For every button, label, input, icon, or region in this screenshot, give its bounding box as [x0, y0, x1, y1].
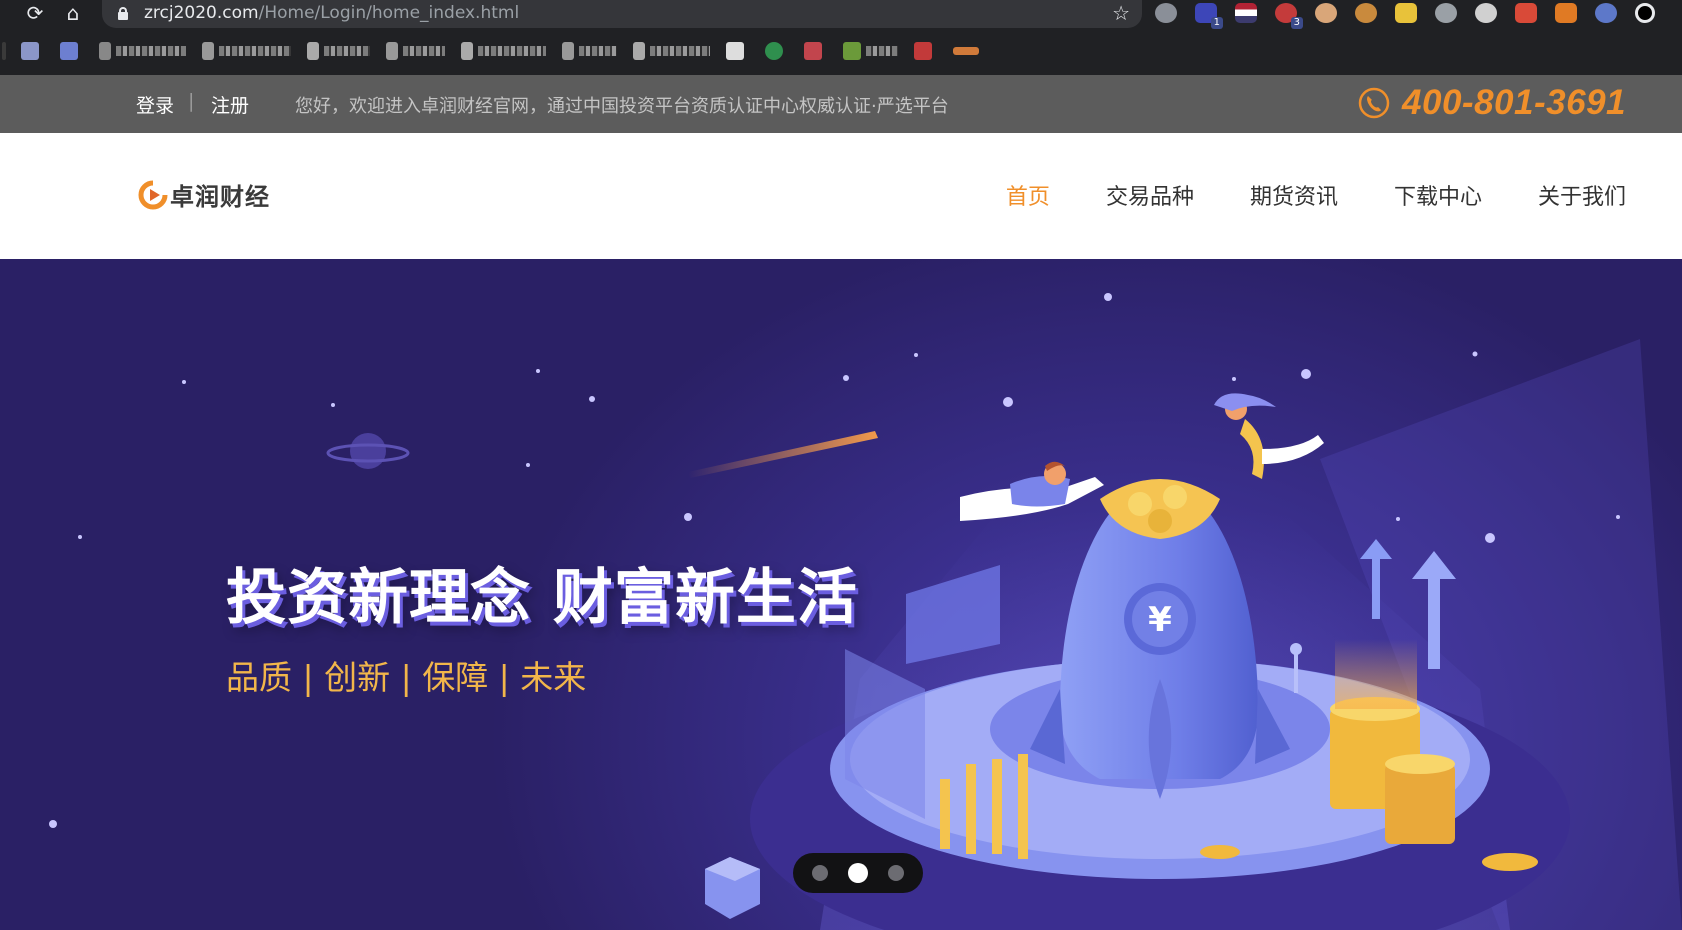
site-logo[interactable]: 卓润财经 — [138, 177, 270, 212]
bookmark-item[interactable] — [765, 39, 788, 63]
bookmarks-bar — [0, 36, 1060, 66]
hero-title: 投资新理念 财富新生活 — [226, 563, 858, 633]
site-topbar: 登录 | 注册 您好，欢迎进入卓润财经官网，通过中国投资平台资质认证中心权威认证… — [0, 75, 1682, 133]
extension-icon[interactable]: 1 — [1195, 3, 1223, 29]
extension-toolbar: 1 3 — [1155, 0, 1673, 29]
extension-badge: 3 — [1290, 17, 1303, 29]
main-nav: 首页 交易品种 期货资讯 下载中心 关于我们 — [1006, 179, 1626, 211]
login-link[interactable]: 登录 — [136, 91, 174, 118]
bookmark-item[interactable] — [60, 39, 83, 63]
bookmark-item[interactable] — [804, 39, 827, 63]
hotline: 400-801-3691 — [1358, 83, 1626, 123]
svg-text:¥: ¥ — [1148, 600, 1172, 640]
nav-item-about[interactable]: 关于我们 — [1538, 179, 1626, 211]
bookmark-item[interactable] — [21, 39, 44, 63]
welcome-message: 您好，欢迎进入卓润财经官网，通过中国投资平台资质认证中心权威认证·严选平台 — [295, 96, 949, 117]
carousel-dot[interactable] — [888, 865, 904, 881]
hero-tagline: 品质 | 创新 | 保障 | 未来 — [226, 658, 587, 697]
carousel-indicator — [793, 853, 923, 893]
url-text: zrcj2020.com/Home/Login/home_index.html — [144, 3, 520, 23]
bookmark-item[interactable] — [307, 39, 370, 63]
nav-item-home[interactable]: 首页 — [1006, 179, 1050, 211]
site-header: 卓润财经 首页 交易品种 期货资讯 下载中心 关于我们 — [0, 133, 1682, 259]
lock-icon — [118, 7, 128, 20]
bookmark-item[interactable] — [953, 39, 984, 63]
cookie-extension-icon[interactable] — [1355, 3, 1377, 23]
logo-play-icon — [138, 180, 168, 209]
logo-text: 卓润财经 — [170, 183, 270, 211]
bookmark-item[interactable] — [726, 39, 749, 63]
reload-icon[interactable]: ⟳ — [20, 0, 50, 26]
hero-banner[interactable]: ¥ 投资新理念 财富新生活 品质 | 创新 | 保障 | 未来 — [0, 259, 1682, 930]
js-extension-icon[interactable] — [1395, 3, 1417, 23]
bookmark-item[interactable] — [843, 39, 898, 63]
bookmark-item[interactable] — [562, 39, 617, 63]
extension-icon[interactable] — [1315, 3, 1337, 23]
globe-extension-icon[interactable] — [1595, 3, 1617, 23]
nav-item-products[interactable]: 交易品种 — [1106, 179, 1194, 211]
extension-icon[interactable] — [1155, 3, 1177, 23]
bookmark-item[interactable] — [99, 39, 186, 63]
extension-icon[interactable] — [1435, 3, 1457, 23]
bookmark-item[interactable] — [461, 39, 546, 63]
extension-icon[interactable]: 3 — [1275, 3, 1303, 29]
topbar-separator: | — [188, 90, 195, 112]
bookmark-item[interactable] — [914, 39, 937, 63]
hotline-number[interactable]: 400-801-3691 — [1402, 83, 1626, 123]
nav-item-news[interactable]: 期货资讯 — [1250, 179, 1338, 211]
carousel-dot-active[interactable] — [848, 863, 868, 883]
flag-extension-icon[interactable] — [1235, 3, 1257, 23]
extension-icon[interactable] — [1515, 3, 1537, 23]
bookmark-star-icon[interactable]: ☆ — [1112, 1, 1130, 25]
nav-item-download[interactable]: 下载中心 — [1394, 179, 1482, 211]
browser-chrome: ⟳ ⌂ zrcj2020.com/Home/Login/home_index.h… — [0, 0, 1682, 75]
phone-icon — [1358, 87, 1390, 119]
bookmark-item[interactable] — [2, 39, 11, 63]
home-icon[interactable]: ⌂ — [58, 0, 88, 26]
extension-badge: 1 — [1210, 17, 1223, 29]
bookmark-item[interactable] — [202, 39, 291, 63]
extension-icon[interactable] — [1635, 3, 1655, 23]
bookmark-item[interactable] — [633, 39, 710, 63]
extension-icon[interactable] — [1555, 3, 1577, 23]
address-bar[interactable]: zrcj2020.com/Home/Login/home_index.html … — [102, 0, 1142, 28]
bookmark-item[interactable] — [386, 39, 445, 63]
ip-extension-icon[interactable] — [1475, 3, 1497, 23]
carousel-dot[interactable] — [812, 865, 828, 881]
register-link[interactable]: 注册 — [211, 91, 249, 118]
